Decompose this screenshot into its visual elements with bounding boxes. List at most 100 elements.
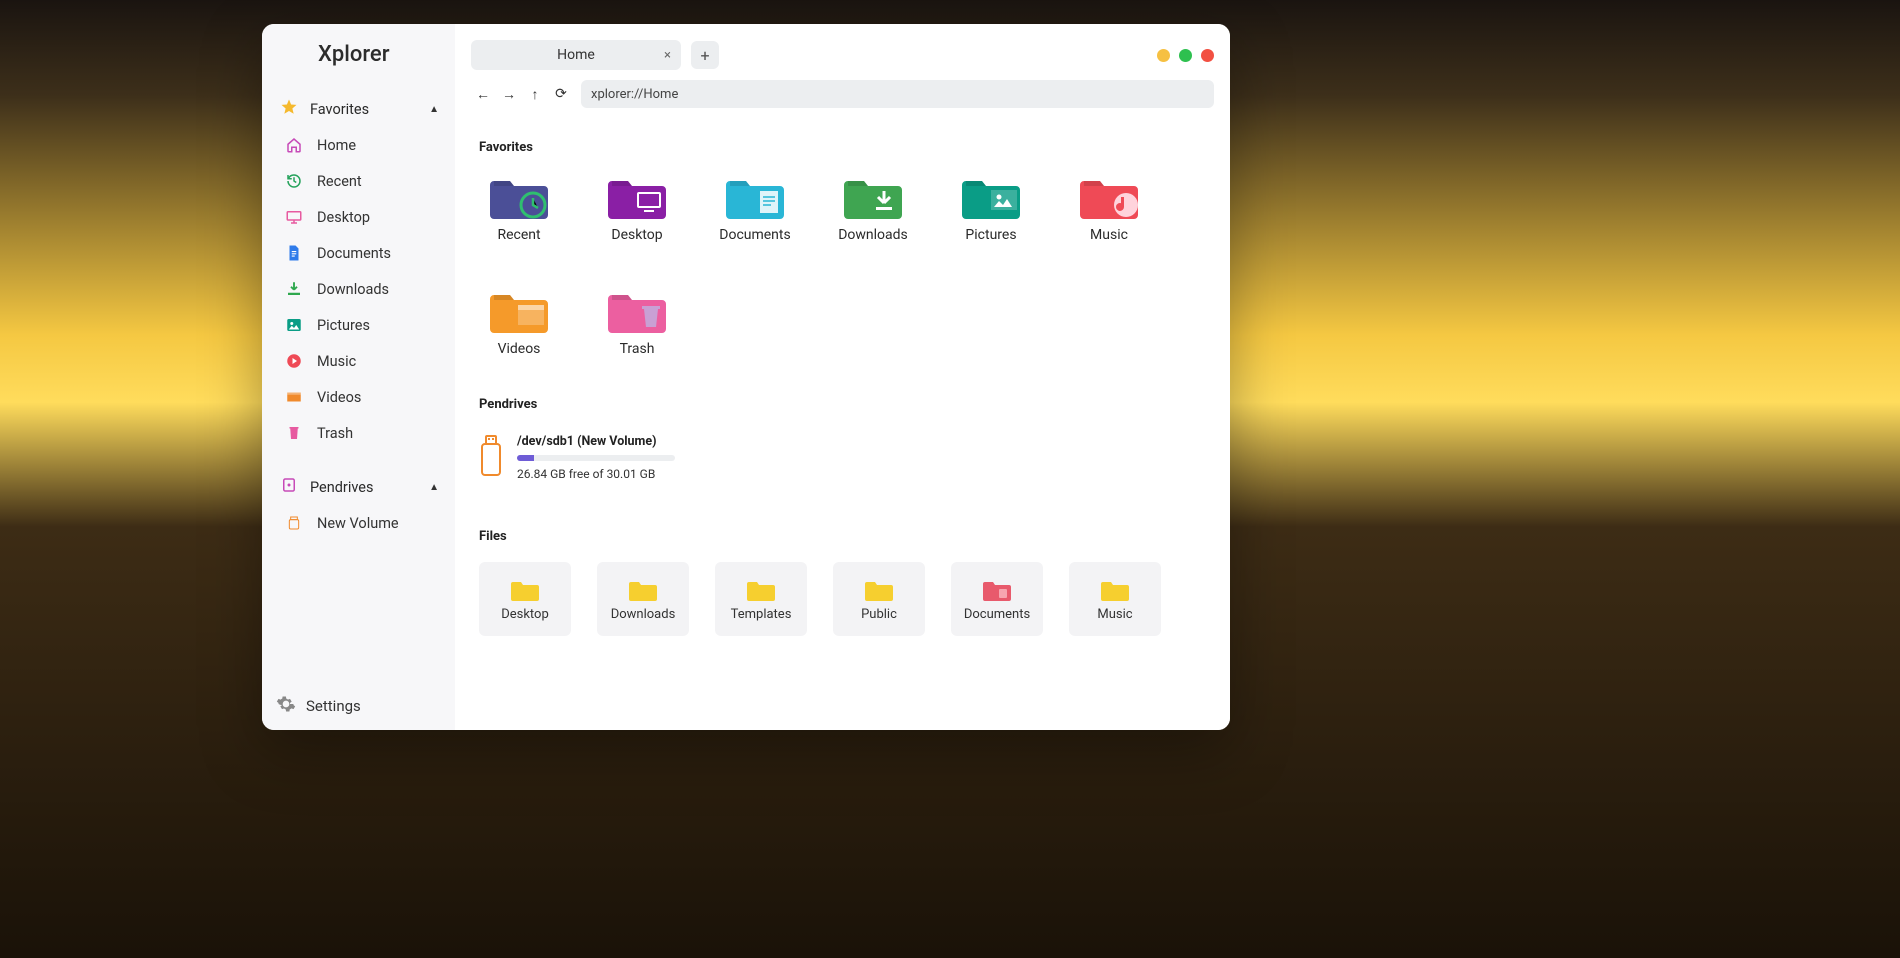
file-downloads[interactable]: Downloads	[597, 562, 689, 636]
sidebar-item-recent[interactable]: Recent	[262, 163, 455, 199]
star-icon	[280, 98, 298, 120]
download-icon	[284, 279, 304, 299]
usb-section-icon	[280, 476, 298, 498]
sidebar-item-label: Videos	[317, 389, 361, 406]
file-label: Desktop	[501, 607, 549, 622]
sidebar-item-label: Music	[317, 353, 356, 370]
sidebar-section-title: Pendrives	[310, 479, 373, 496]
window-controls	[1157, 49, 1214, 62]
settings-label: Settings	[306, 697, 361, 715]
sidebar-item-label: Desktop	[317, 209, 370, 226]
settings-button[interactable]: Settings	[262, 682, 455, 730]
usb-drive-icon	[479, 435, 503, 481]
file-public[interactable]: Public	[833, 562, 925, 636]
music-icon	[284, 351, 304, 371]
favorite-pictures[interactable]: Pictures	[951, 173, 1031, 243]
favorite-label: Pictures	[965, 227, 1016, 243]
sidebar-item-label: New Volume	[317, 515, 399, 532]
folder-icon	[608, 287, 666, 335]
favorite-label: Music	[1090, 227, 1128, 243]
sidebar-item-documents[interactable]: Documents	[262, 235, 455, 271]
reload-button[interactable]: ⟳	[549, 82, 573, 106]
favorite-label: Videos	[498, 341, 541, 357]
favorite-music[interactable]: Music	[1069, 173, 1149, 243]
favorite-documents[interactable]: Documents	[715, 173, 795, 243]
file-desktop[interactable]: Desktop	[479, 562, 571, 636]
address-text: xplorer://Home	[591, 87, 678, 102]
new-tab-button[interactable]: +	[691, 41, 719, 69]
file-label: Downloads	[611, 607, 676, 622]
storage-bar	[517, 455, 675, 461]
app-title: Xplorer	[262, 36, 455, 91]
favorite-label: Recent	[497, 227, 540, 243]
folder-icon	[962, 173, 1020, 221]
files-grid: Desktop Downloads Templates Public Docum…	[479, 562, 1206, 636]
file-documents[interactable]: Documents	[951, 562, 1043, 636]
sidebar-item-label: Recent	[317, 173, 362, 190]
section-title-files: Files	[479, 529, 1206, 544]
desktop-icon	[284, 207, 304, 227]
sidebar-item-trash[interactable]: Trash	[262, 415, 455, 451]
back-button[interactable]: ←	[471, 82, 495, 106]
folder-icon	[844, 173, 902, 221]
favorite-label: Desktop	[611, 227, 662, 243]
address-bar[interactable]: xplorer://Home	[581, 80, 1214, 108]
section-title-favorites: Favorites	[479, 140, 1206, 155]
section-title-pendrives: Pendrives	[479, 397, 1206, 412]
file-label: Public	[861, 607, 897, 622]
collapse-icon: ▲	[429, 104, 439, 115]
folder-icon	[726, 173, 784, 221]
tab-home[interactable]: Home ×	[471, 40, 681, 70]
sidebar-item-pictures[interactable]: Pictures	[262, 307, 455, 343]
sidebar-item-videos[interactable]: Videos	[262, 379, 455, 415]
minimize-button[interactable]	[1157, 49, 1170, 62]
favorite-desktop[interactable]: Desktop	[597, 173, 677, 243]
pendrive-name: /dev/sdb1 (New Volume)	[517, 434, 675, 449]
folder-icon	[864, 577, 894, 603]
picture-icon	[284, 315, 304, 335]
favorite-recent[interactable]: Recent	[479, 173, 559, 243]
sidebar-item-home[interactable]: Home	[262, 127, 455, 163]
tab-bar: Home × +	[455, 24, 1230, 70]
sidebar-item-label: Pictures	[317, 317, 370, 334]
file-label: Templates	[731, 607, 792, 622]
sidebar: Xplorer Favorites ▲ Home Recent Desktop	[262, 24, 455, 730]
folder-icon	[982, 577, 1012, 603]
folder-icon	[628, 577, 658, 603]
favorite-label: Trash	[620, 341, 655, 357]
sidebar-item-desktop[interactable]: Desktop	[262, 199, 455, 235]
file-templates[interactable]: Templates	[715, 562, 807, 636]
folder-icon	[746, 577, 776, 603]
forward-button[interactable]: →	[497, 82, 521, 106]
pendrive-free: 26.84 GB free of 30.01 GB	[517, 467, 675, 481]
folder-icon	[490, 173, 548, 221]
folder-icon	[510, 577, 540, 603]
folder-icon	[490, 287, 548, 335]
close-window-button[interactable]	[1201, 49, 1214, 62]
collapse-icon: ▲	[429, 482, 439, 493]
usb-icon	[284, 513, 304, 533]
file-music[interactable]: Music	[1069, 562, 1161, 636]
sidebar-item-label: Downloads	[317, 281, 389, 298]
tab-close-icon[interactable]: ×	[664, 48, 671, 63]
sidebar-item-label: Trash	[317, 425, 353, 442]
recent-icon	[284, 171, 304, 191]
tab-label: Home	[557, 47, 595, 63]
sidebar-item-label: Home	[317, 137, 356, 154]
trash-icon	[284, 423, 304, 443]
up-button[interactable]: ↑	[523, 82, 547, 106]
favorite-downloads[interactable]: Downloads	[833, 173, 913, 243]
sidebar-item-label: Documents	[317, 245, 391, 262]
maximize-button[interactable]	[1179, 49, 1192, 62]
favorite-trash[interactable]: Trash	[597, 287, 677, 357]
sidebar-item-downloads[interactable]: Downloads	[262, 271, 455, 307]
sidebar-item-music[interactable]: Music	[262, 343, 455, 379]
sidebar-item-newvolume[interactable]: New Volume	[262, 505, 455, 541]
favorite-videos[interactable]: Videos	[479, 287, 559, 357]
main-panel: Home × + ← → ↑ ⟳ xplorer://Home Favorite…	[455, 24, 1230, 730]
pendrive-item[interactable]: /dev/sdb1 (New Volume) 26.84 GB free of …	[479, 430, 1206, 485]
favorite-label: Documents	[719, 227, 790, 243]
sidebar-section-pendrives[interactable]: Pendrives ▲	[262, 469, 455, 505]
sidebar-section-favorites[interactable]: Favorites ▲	[262, 91, 455, 127]
folder-icon	[1080, 173, 1138, 221]
